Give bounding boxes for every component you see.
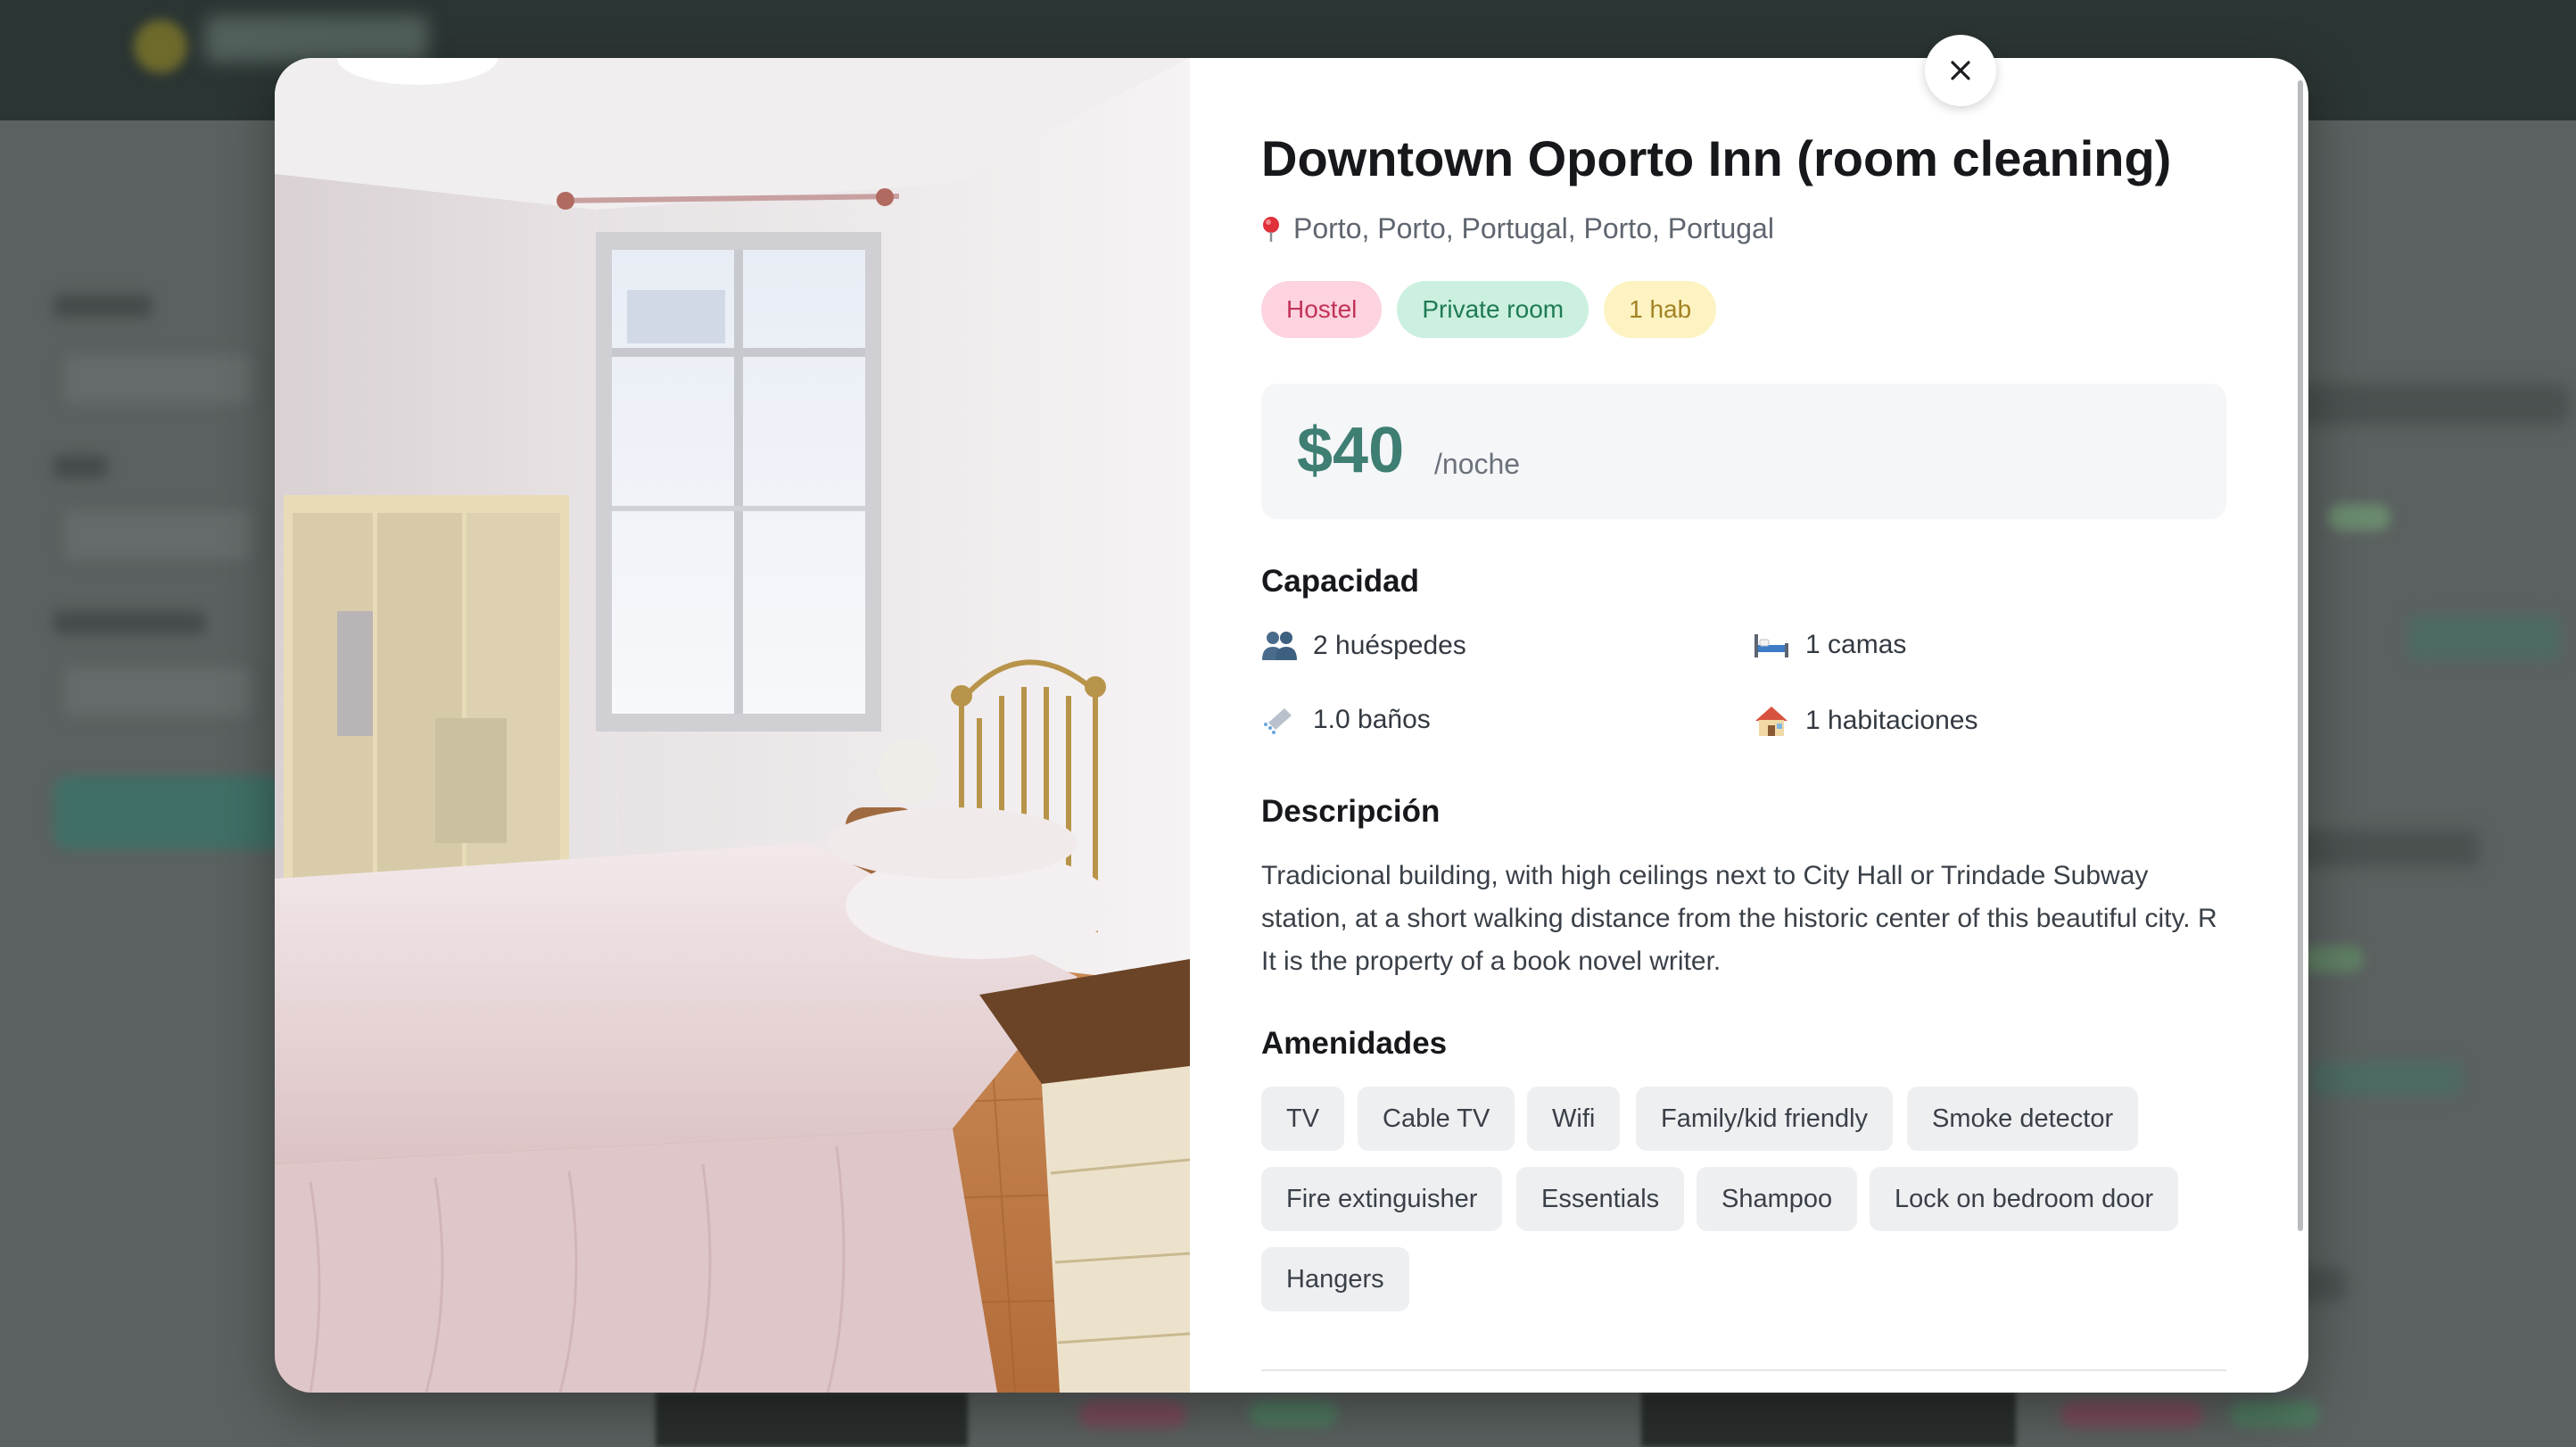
filter-field	[62, 509, 253, 562]
listing-card-title	[2301, 384, 2569, 425]
room-photo	[275, 58, 1190, 1393]
capacity-baths: 1.0 baños	[1261, 705, 1431, 735]
listing-card-badge	[1079, 1401, 1186, 1427]
filter-apply-button	[54, 776, 285, 849]
close-button[interactable]	[1925, 35, 1996, 106]
listing-card-badge	[2060, 1401, 2203, 1427]
close-icon	[1951, 61, 1970, 80]
filter-field	[62, 352, 253, 406]
capacity-heading: Capacidad	[1261, 564, 1419, 599]
amenities-heading: Amenidades	[1261, 1026, 1448, 1061]
amenity-chip: Hangers	[1261, 1247, 1409, 1311]
filter-label	[54, 294, 152, 318]
capacity-guests: 2 huéspedes	[1261, 630, 1466, 662]
amenity-chip: Family/kid friendly	[1636, 1087, 1894, 1151]
listing-card-badge	[2230, 1401, 2319, 1427]
people-icon	[1262, 632, 1297, 660]
house-icon	[1755, 707, 1788, 736]
amenity-chip: Cable TV	[1358, 1087, 1515, 1151]
description-heading: Descripción	[1261, 794, 1441, 829]
listing-card-image	[1641, 1392, 2016, 1447]
listing-card-image	[656, 1392, 968, 1447]
listing-card-price	[2310, 1062, 2462, 1096]
filter-label	[54, 455, 107, 478]
bed-icon	[1754, 634, 1788, 657]
filter-label	[54, 611, 205, 634]
badge-room-type: Private room	[1397, 281, 1589, 338]
badge-property-type: Hostel	[1261, 281, 1383, 338]
shower-icon	[1264, 708, 1292, 734]
listing-card-badge	[2328, 504, 2390, 531]
price-box: $40 /noche	[1261, 384, 2226, 519]
badge-bedrooms: 1 hab	[1604, 281, 1717, 338]
amenity-chip: Lock on bedroom door	[1870, 1167, 2179, 1231]
amenity-chip: Smoke detector	[1907, 1087, 2139, 1151]
capacity-guests-text: 2 huéspedes	[1313, 631, 1466, 660]
listing-badges: Hostel Private room 1 hab	[1261, 281, 1717, 338]
description-text: Tradicional building, with high ceilings…	[1261, 861, 2217, 976]
listing-card-title	[2292, 830, 2480, 867]
price-unit: /noche	[1434, 448, 1521, 480]
amenity-chip: Wifi	[1527, 1087, 1621, 1151]
listing-card-badge	[1249, 1401, 1338, 1427]
capacity-beds: 1 camas	[1754, 630, 1906, 660]
amenity-chip: Shampoo	[1697, 1167, 1858, 1231]
listing-location: Porto, Porto, Portugal, Porto, Portugal	[1261, 212, 1774, 245]
section-divider	[1261, 1369, 2226, 1371]
listing-title: Downtown Oporto Inn (room cleaning)	[1261, 130, 2172, 186]
listing-card-badge	[2301, 946, 2364, 972]
location-text: Porto, Porto, Portugal, Porto, Portugal	[1293, 212, 1774, 244]
capacity-rooms-text: 1 habitaciones	[1805, 706, 1978, 735]
listing-card-button	[2408, 616, 2560, 660]
amenity-chip: Fire extinguisher	[1261, 1167, 1503, 1231]
capacity-baths-text: 1.0 baños	[1313, 705, 1431, 734]
capacity-beds-text: 1 camas	[1805, 630, 1907, 659]
price-amount: $40	[1297, 415, 1405, 486]
room-photo-illustration	[275, 58, 1190, 1393]
modal-scrollbar[interactable]	[2298, 80, 2303, 1231]
filters-sidebar	[0, 205, 285, 937]
map-pin-icon	[1263, 216, 1279, 242]
app-logo-text	[205, 16, 428, 62]
capacity-rooms: 1 habitaciones	[1754, 705, 1977, 737]
amenity-chip: TV	[1261, 1087, 1345, 1151]
app-logo-icon	[134, 20, 187, 73]
filter-field	[62, 665, 253, 718]
amenity-chip: Essentials	[1516, 1167, 1685, 1231]
